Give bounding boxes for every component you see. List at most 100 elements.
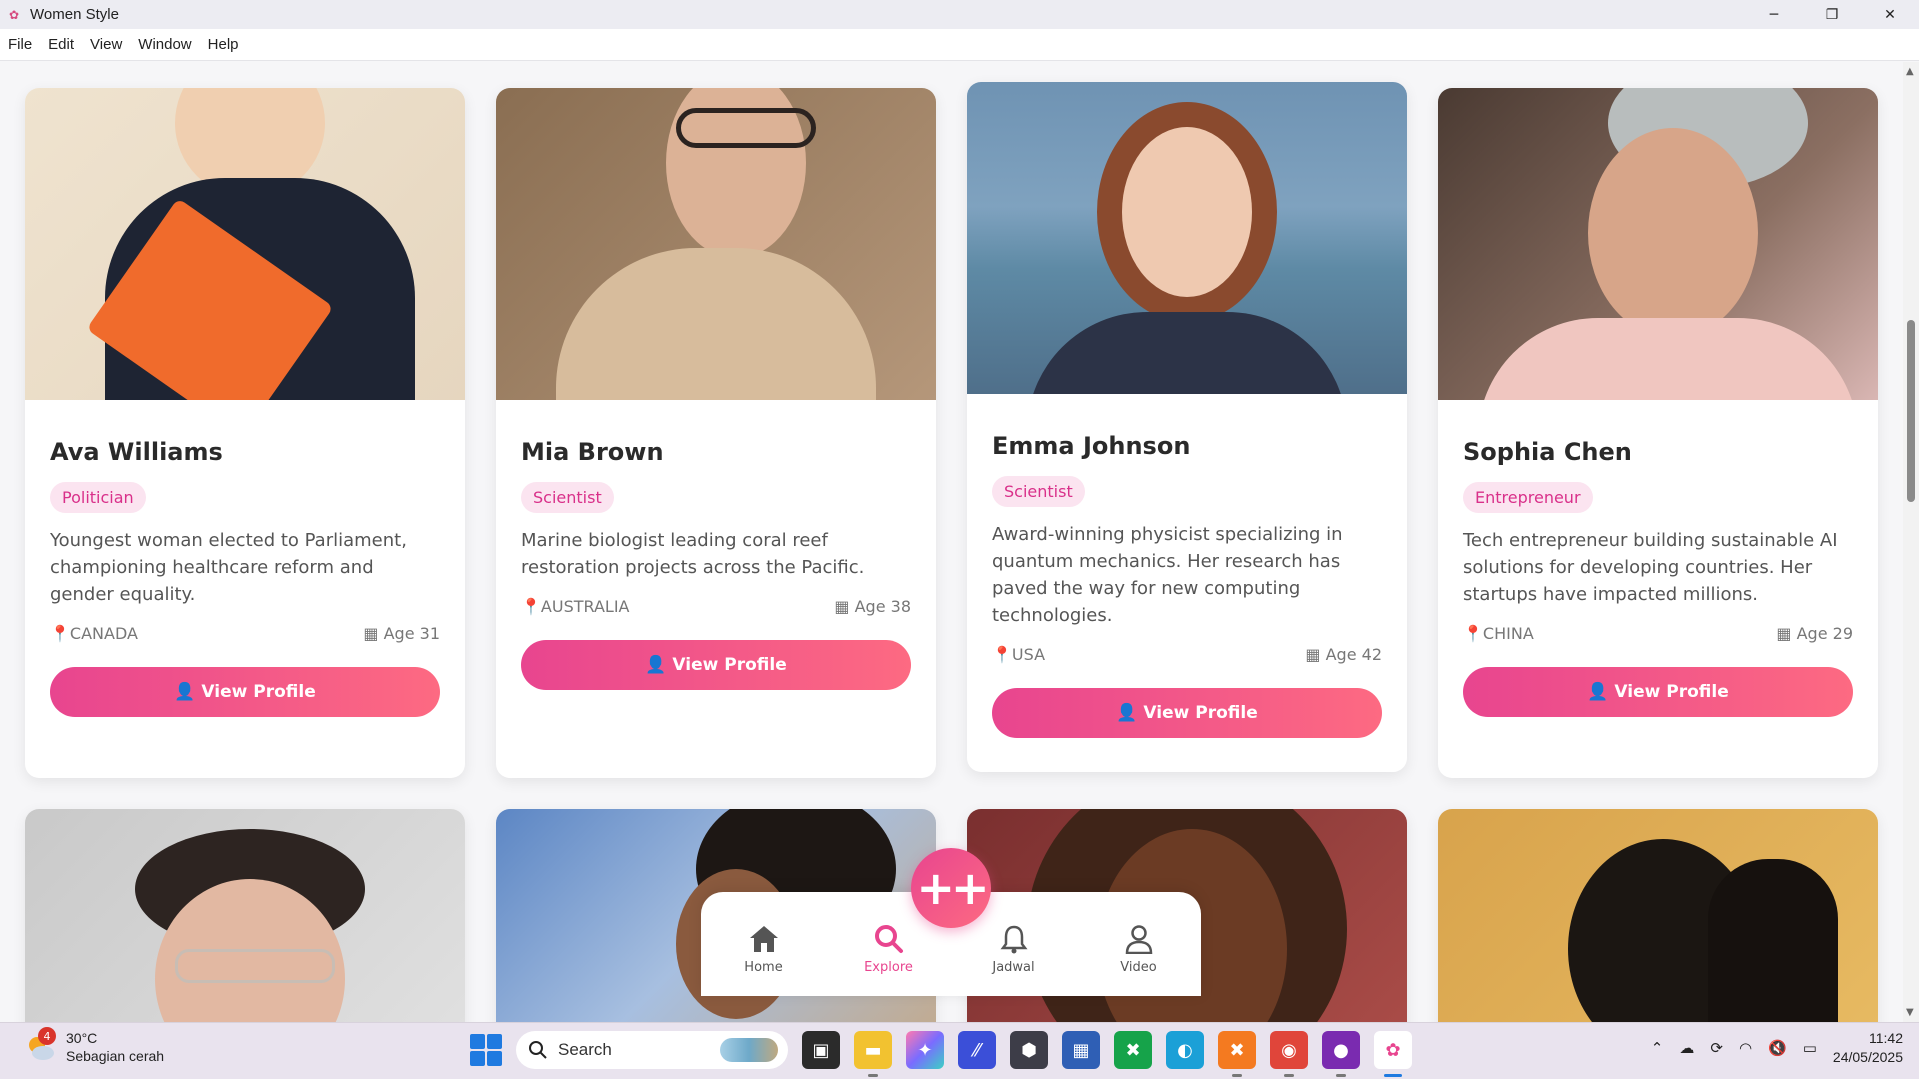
nav-video[interactable]: Video xyxy=(1094,924,1184,975)
search-placeholder: Search xyxy=(558,1040,612,1059)
age: ▦ Age 42 xyxy=(1305,645,1382,664)
cake-icon: ▦ xyxy=(834,597,855,616)
user-icon xyxy=(1125,924,1152,954)
view-profile-label: View Profile xyxy=(1143,703,1258,723)
visual-studio-icon[interactable]: ⁄⁄ xyxy=(958,1031,996,1069)
clock[interactable]: 11:42 24/05/2025 xyxy=(1833,1029,1903,1067)
profile-description: Award-winning physicist specializing in … xyxy=(992,524,1343,626)
speaker-muted-icon[interactable]: 🔇 xyxy=(1768,1039,1787,1057)
menu-view[interactable]: View xyxy=(82,36,130,53)
profile-photo xyxy=(967,82,1407,394)
age-text: Age 31 xyxy=(383,624,440,643)
weather-widget[interactable]: 4 30°C Sebagian cerah xyxy=(24,1027,164,1065)
profile-name: Emma Johnson xyxy=(992,432,1191,460)
refresh-icon[interactable]: ⟳ xyxy=(1710,1039,1723,1057)
minimize-button[interactable]: ─ xyxy=(1745,0,1803,29)
profile-name: Mia Brown xyxy=(521,438,664,466)
age: ▦ Age 31 xyxy=(363,624,440,643)
map-pin-icon: 📍 xyxy=(521,597,541,616)
scroll-down-arrow-icon[interactable]: ▼ xyxy=(1906,1007,1914,1018)
user-icon: 👤 xyxy=(174,682,196,702)
menu-help[interactable]: Help xyxy=(200,36,247,53)
location: 📍USA xyxy=(992,645,1045,664)
age-text: Age 29 xyxy=(1796,624,1853,643)
view-profile-button[interactable]: 👤 View Profile xyxy=(1463,667,1853,717)
hexagon-app-icon[interactable]: ⬢ xyxy=(1010,1031,1048,1069)
edge-browser-icon[interactable]: ◐ xyxy=(1166,1031,1204,1069)
microsoft-store-icon[interactable]: ▦ xyxy=(1062,1031,1100,1069)
file-explorer-icon[interactable]: ▬ xyxy=(854,1031,892,1077)
cake-icon: ▦ xyxy=(1305,645,1326,664)
profile-name: Sophia Chen xyxy=(1463,438,1632,466)
maximize-button[interactable]: ❐ xyxy=(1803,0,1861,29)
location: 📍CHINA xyxy=(1463,624,1534,643)
taskbar: 4 30°C Sebagian cerah Search ▣ ▬ ✦ ⁄⁄ ⬢ … xyxy=(0,1022,1919,1079)
menu-bar: File Edit View Window Help xyxy=(0,29,1919,61)
view-profile-button[interactable]: 👤 View Profile xyxy=(992,688,1382,738)
nav-explore-label: Explore xyxy=(864,959,913,975)
close-button[interactable]: ✕ xyxy=(1861,0,1919,29)
github-desktop-icon[interactable]: ● xyxy=(1322,1031,1360,1077)
location-text: CANADA xyxy=(69,624,138,643)
start-button[interactable] xyxy=(470,1034,502,1066)
vertical-scrollbar[interactable]: ▲ ▼ xyxy=(1903,62,1919,1022)
scroll-up-arrow-icon[interactable]: ▲ xyxy=(1906,66,1914,77)
menu-edit[interactable]: Edit xyxy=(40,36,82,53)
search-highlight-image xyxy=(720,1038,778,1062)
search-icon xyxy=(874,924,903,953)
map-pin-icon: 📍 xyxy=(1463,624,1483,643)
scrollbar-thumb[interactable] xyxy=(1907,320,1915,502)
view-profile-button[interactable]: 👤 View Profile xyxy=(521,640,911,690)
nav-jadwal[interactable]: Jadwal xyxy=(969,924,1059,975)
add-fab-button[interactable]: ++ xyxy=(911,848,991,928)
wifi-icon[interactable]: ◠ xyxy=(1739,1039,1752,1057)
location-text: USA xyxy=(1011,645,1046,664)
profile-card: Sophia Chen Entrepreneur Tech entreprene… xyxy=(1438,88,1878,778)
menu-window[interactable]: Window xyxy=(130,36,199,53)
age-text: Age 42 xyxy=(1325,645,1382,664)
user-icon: 👤 xyxy=(1116,703,1138,723)
menu-file[interactable]: File xyxy=(0,36,40,53)
user-icon: 👤 xyxy=(1587,682,1609,702)
task-view-icon[interactable]: ▣ xyxy=(802,1031,840,1069)
nav-home[interactable]: Home xyxy=(719,924,809,975)
profile-photo xyxy=(25,809,465,1022)
map-pin-icon: 📍 xyxy=(50,624,70,643)
window-title: Women Style xyxy=(30,6,119,23)
nav-home-label: Home xyxy=(744,959,783,975)
title-bar: ✿ Women Style ─ ❐ ✕ xyxy=(0,0,1919,29)
profile-card: Mia Brown Scientist Marine biologist lea… xyxy=(496,88,936,778)
app-logo-icon: ✿ xyxy=(8,7,20,22)
location: 📍AUSTRALIA xyxy=(521,597,630,616)
taskbar-search[interactable]: Search xyxy=(516,1031,788,1069)
view-profile-button[interactable]: 👤 View Profile xyxy=(50,667,440,717)
nav-jadwal-label: Jadwal xyxy=(992,959,1035,975)
chrome-browser-icon[interactable]: ◉ xyxy=(1270,1031,1308,1077)
profile-photo xyxy=(496,88,936,400)
user-icon: 👤 xyxy=(645,655,667,675)
profile-photo xyxy=(1438,88,1878,400)
xbox-icon[interactable]: ✖ xyxy=(1114,1031,1152,1069)
profile-card: Emma Johnson Scientist Award-winning phy… xyxy=(967,82,1407,772)
cake-icon: ▦ xyxy=(363,624,384,643)
women-style-app-icon[interactable]: ✿ xyxy=(1374,1031,1412,1077)
role-badge: Scientist xyxy=(521,482,614,513)
role-badge: Scientist xyxy=(992,476,1085,507)
view-profile-label: View Profile xyxy=(201,682,316,702)
age-text: Age 38 xyxy=(854,597,911,616)
cloud-sync-icon[interactable]: ☁ xyxy=(1679,1039,1694,1057)
profile-card: Ava Williams Politician Youngest woman e… xyxy=(25,88,465,778)
copilot-icon[interactable]: ✦ xyxy=(906,1031,944,1069)
nav-explore[interactable]: Explore xyxy=(844,924,934,975)
age: ▦ Age 38 xyxy=(834,597,911,616)
profile-name: Ava Williams xyxy=(50,438,223,466)
location-text: AUSTRALIA xyxy=(540,597,630,616)
chevron-up-icon[interactable]: ⌃ xyxy=(1651,1039,1664,1057)
cake-icon: ▦ xyxy=(1776,624,1797,643)
role-badge: Politician xyxy=(50,482,146,513)
map-pin-icon: 📍 xyxy=(992,645,1012,664)
battery-icon[interactable]: ▭ xyxy=(1803,1039,1817,1057)
xampp-icon[interactable]: ✖ xyxy=(1218,1031,1256,1077)
role-badge: Entrepreneur xyxy=(1463,482,1593,513)
home-icon xyxy=(749,925,778,952)
